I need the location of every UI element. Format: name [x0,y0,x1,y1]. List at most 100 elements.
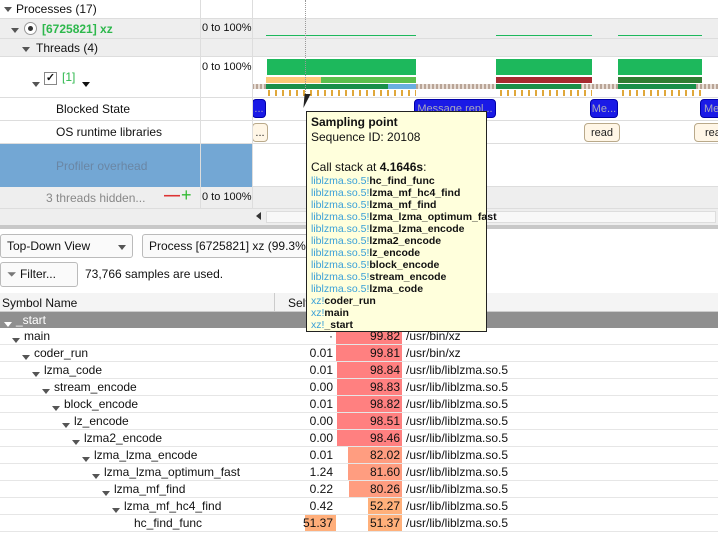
threads-row[interactable]: Threads (4) [0,39,718,57]
module-path: /usr/lib/liblzma.so.5 [406,397,509,411]
collapse-icon[interactable] [32,82,40,88]
total-value: 98.51 [369,414,400,428]
collapse-icon[interactable] [52,406,60,412]
module-path: /usr/lib/liblzma.so.5 [406,448,509,462]
collapse-icon[interactable] [92,474,100,480]
total-value: 99.81 [369,346,400,360]
process-row[interactable]: [6725821] xz 0 to 100% [0,19,718,39]
os-event[interactable]: read [584,123,620,142]
symbol-name: coder_run [34,346,89,360]
collapse-icon[interactable] [22,47,30,53]
collapse-icon[interactable] [22,355,30,361]
callstack-list: liblzma.so.5!hc_find_func liblzma.so.5!lz… [311,175,497,331]
tooltip-sequence: Sequence ID: 20108 [311,130,421,144]
table-row[interactable]: lzma2_encode 0.00 98.46 /usr/lib/liblzma… [0,430,718,447]
os-event[interactable]: ... [252,123,268,142]
collapse-icon[interactable] [11,28,19,34]
blocked-state-label: Blocked State [56,102,131,116]
self-value: 0.42 [309,499,333,513]
total-value: 98.84 [369,363,400,377]
profiler-overhead-label: Profiler overhead [56,159,148,173]
collapse-icon[interactable] [4,322,12,328]
thread-checkbox[interactable]: ✓ [44,72,57,85]
process-label: [6725821] xz [42,22,113,36]
sampling-tooltip: Sampling point Sequence ID: 20108 Call s… [306,111,497,332]
table-row[interactable]: lzma_code 0.01 98.84 /usr/lib/liblzma.so… [0,362,718,379]
blocked-event[interactable]: Me... [590,99,618,118]
samples-status: 73,766 samples are used. [85,267,224,281]
collapse-icon[interactable] [4,7,12,13]
callstack-frame: liblzma.so.5!lzma_code [311,283,424,295]
module-path: /usr/lib/liblzma.so.5 [406,499,509,513]
self-value: 0.00 [309,431,333,445]
table-row[interactable]: stream_encode 0.00 98.83 /usr/lib/liblzm… [0,379,718,396]
self-value: 0.00 [309,414,333,428]
callstack-frame: liblzma.so.5!lzma_lzma_encode [311,223,465,235]
table-row[interactable]: lzma_mf_find 0.22 80.26 /usr/lib/liblzma… [0,481,718,498]
symbol-name: block_encode [64,397,139,411]
table-row[interactable]: lzma_mf_hc4_find 0.42 52.27 /usr/lib/lib… [0,498,718,515]
blocked-event[interactable]: ... [252,99,266,118]
symbol-name: stream_encode [54,380,137,394]
collapse-icon[interactable] [72,440,80,446]
tooltip-callstack-heading: Call stack at 4.1646s: [311,160,427,174]
module-path: /usr/lib/liblzma.so.5 [406,431,509,445]
collapse-icon[interactable] [112,508,120,514]
symbol-name: lzma_mf_find [114,482,186,496]
process-range: 0 to 100% [202,22,252,34]
collapse-icon[interactable] [32,372,40,378]
table-row[interactable]: lz_encode 0.00 98.51 /usr/lib/liblzma.so… [0,413,718,430]
total-value: 98.83 [369,380,400,394]
table-row[interactable]: hc_find_func 51.37 51.37 /usr/lib/liblzm… [0,515,718,532]
dropdown-icon[interactable] [82,82,90,88]
symbol-name: _start [16,313,47,327]
callstack-frame: liblzma.so.5!stream_encode [311,271,447,283]
minus-icon[interactable]: — [164,187,180,205]
radio-icon[interactable] [24,22,37,35]
os-event[interactable]: rea [694,123,718,142]
self-value: 0.01 [309,346,333,360]
processes-label: Processes (17) [16,2,97,16]
os-runtime-label: OS runtime libraries [56,125,163,139]
callstack-frame: liblzma.so.5!lzma_mf_hc4_find [311,187,461,199]
collapse-icon[interactable] [12,338,20,344]
callstack-frame: liblzma.so.5!block_encode [311,259,440,271]
total-value: 52.27 [369,499,400,513]
view-dropdown[interactable]: Top-Down View [0,234,133,258]
thread-label: [1] [62,70,76,84]
symbol-name: lzma_lzma_encode [94,448,198,462]
callstack-frame: liblzma.so.5!hc_find_func [311,175,435,187]
module-path: /usr/lib/liblzma.so.5 [406,482,509,496]
processes-row[interactable]: Processes (17) [0,0,718,19]
collapse-icon[interactable] [62,423,70,429]
table-row[interactable]: coder_run 0.01 99.81 /usr/bin/xz [0,345,718,362]
callstack-frame: liblzma.so.5!lzma_mf_find [311,199,437,211]
table-row[interactable]: lzma_lzma_encode 0.01 82.02 /usr/lib/lib… [0,447,718,464]
process-value: Process [6725821] xz (99.3%, [149,239,310,253]
table-row[interactable]: block_encode 0.01 98.82 /usr/lib/liblzma… [0,396,718,413]
callstack-frame: xz!main [311,307,349,319]
self-value: 51.37 [302,516,333,530]
total-value: 80.26 [369,482,400,496]
module-path: /usr/bin/xz [406,346,461,360]
module-path: /usr/lib/liblzma.so.5 [406,363,509,377]
header-symbol-name[interactable]: Symbol Name [2,296,77,310]
module-path: /usr/lib/liblzma.so.5 [406,465,509,479]
self-value: 0.00 [309,380,333,394]
thread-row[interactable]: ✓ [1] 0 to 100% [0,57,718,98]
view-value: Top-Down View [7,239,91,253]
plus-icon[interactable]: + [181,185,192,206]
module-path: /usr/lib/liblzma.so.5 [406,414,509,428]
collapse-icon[interactable] [102,491,110,497]
self-value: 0.01 [309,397,333,411]
scroll-left-icon[interactable] [256,212,261,220]
collapse-icon[interactable] [82,457,90,463]
chevron-down-icon [118,245,126,250]
total-value: 81.60 [369,465,400,479]
table-row[interactable]: lzma_lzma_optimum_fast 1.24 81.60 /usr/l… [0,464,718,481]
filter-button[interactable]: ⏷ Filter... [0,262,78,287]
tooltip-title: Sampling point [311,115,398,129]
symbol-name: main [24,329,51,343]
collapse-icon[interactable] [42,389,50,395]
blocked-event[interactable]: Me [700,99,718,118]
